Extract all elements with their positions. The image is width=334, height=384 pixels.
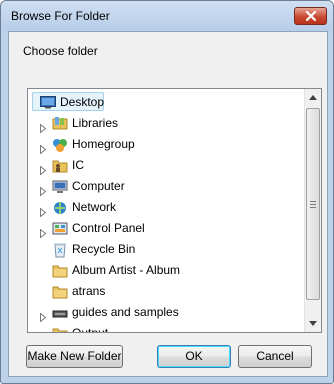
tree-item-label: Control Panel xyxy=(72,221,145,235)
scroll-thumb[interactable] xyxy=(306,108,320,300)
tree-item-atrans[interactable]: atrans xyxy=(28,281,303,302)
dialog-description: Choose folder xyxy=(23,44,98,58)
tree-item-guides-and-samples[interactable]: guides and samples xyxy=(28,302,303,323)
tree-item-control-panel[interactable]: Control Panel xyxy=(28,218,303,239)
tree-item-libraries[interactable]: Libraries xyxy=(28,113,303,134)
close-icon xyxy=(306,11,316,21)
vertical-scrollbar[interactable] xyxy=(304,89,321,332)
tree-item-computer[interactable]: Computer xyxy=(28,176,303,197)
folder-tree[interactable]: Desktop Libraries Homegroup IC Computer Netwo… xyxy=(27,88,322,333)
tree-item-label: Album Artist - Album xyxy=(72,263,181,277)
cancel-button[interactable]: Cancel xyxy=(238,345,312,368)
tree-item-desktop[interactable]: Desktop xyxy=(28,92,303,113)
tree-item-recycle-bin[interactable]: Recycle Bin xyxy=(28,239,303,260)
tree-item-label: Network xyxy=(72,200,117,214)
tree-item-label: Libraries xyxy=(72,116,119,130)
tree-item-label: Computer xyxy=(72,179,125,193)
browse-folder-dialog: Browse For Folder Choose folder Desktop L… xyxy=(0,0,334,384)
scroll-down-button[interactable] xyxy=(305,315,321,332)
tree-item-ic[interactable]: IC xyxy=(28,155,303,176)
tree-item-label: Recycle Bin xyxy=(72,242,136,256)
chevron-up-icon xyxy=(309,95,317,100)
title-bar[interactable]: Browse For Folder xyxy=(1,1,333,31)
tree-item-output[interactable]: Output xyxy=(28,323,303,333)
dialog-body: Choose folder Desktop Libraries Homegroup I… xyxy=(8,31,328,377)
chevron-down-icon xyxy=(309,321,317,326)
close-button[interactable] xyxy=(294,7,327,25)
make-new-folder-button[interactable]: Make New Folder xyxy=(26,345,123,368)
grip-icon xyxy=(310,201,316,208)
scroll-up-button[interactable] xyxy=(305,89,321,106)
tree-item-network[interactable]: Network xyxy=(28,197,303,218)
tree-item-label: Desktop xyxy=(60,95,105,109)
folder-icon xyxy=(52,326,68,332)
tree-item-label: atrans xyxy=(72,284,106,298)
tree-item-album-artist-album[interactable]: Album Artist - Album xyxy=(28,260,303,281)
tree-item-label: Output xyxy=(72,326,109,333)
ok-button[interactable]: OK xyxy=(157,345,231,368)
tree-item-label: Homegroup xyxy=(72,137,135,151)
tree-item-homegroup[interactable]: Homegroup xyxy=(28,134,303,155)
tree-item-label: guides and samples xyxy=(72,305,179,319)
window-title: Browse For Folder xyxy=(11,9,110,23)
tree-item-label: IC xyxy=(72,158,84,172)
